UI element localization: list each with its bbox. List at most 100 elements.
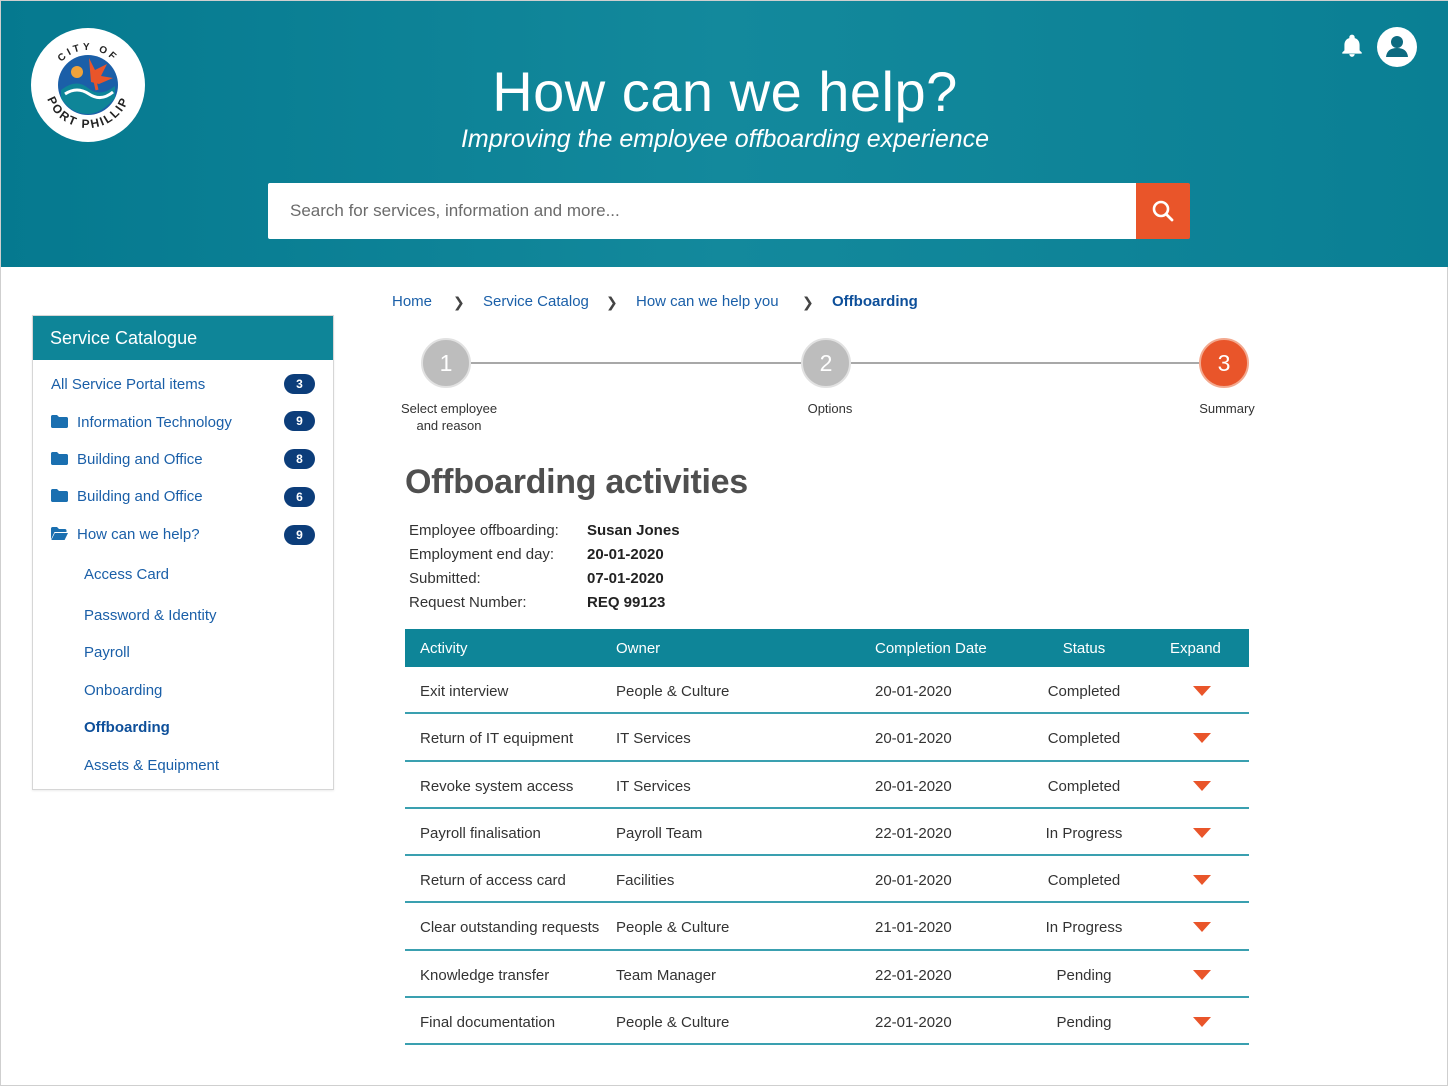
cell-completion-date: 22-01-2020	[875, 966, 952, 984]
cell-completion-date: 22-01-2020	[875, 824, 952, 842]
expand-caret-down-icon[interactable]	[1193, 922, 1211, 933]
breadcrumb-home[interactable]: Home	[392, 293, 432, 310]
expand-caret-down-icon[interactable]	[1193, 827, 1211, 838]
breadcrumb-how-can-we-help-you[interactable]: How can we help you	[636, 293, 779, 310]
user-icon	[1386, 36, 1408, 57]
info-value-employee: Susan Jones	[587, 522, 680, 539]
sidebar-item-label: How can we help?	[77, 526, 200, 543]
step-1-label: Select employee and reason	[389, 400, 509, 434]
cell-activity: Knowledge transfer	[420, 966, 550, 984]
sidebar-item-building-and-office[interactable]: Building and Office	[51, 451, 203, 468]
cell-completion-date: 21-01-2020	[875, 919, 952, 937]
sidebar-subitem-password-identity[interactable]: Password & Identity	[84, 607, 217, 624]
activities-table: Activity Owner Completion Date Status Ex…	[405, 629, 1249, 1046]
hero-banner: CITY OF PORT PHILLIP How can we help? Im…	[1, 1, 1448, 267]
info-label-request-number: Request Number:	[409, 594, 527, 611]
sidebar-item-label: Information Technology	[77, 414, 232, 431]
sidebar-item-label: Building and Office	[77, 488, 203, 505]
cell-status: In Progress	[1045, 824, 1123, 842]
expand-caret-down-icon[interactable]	[1193, 1017, 1211, 1028]
cell-status: Pending	[1056, 1014, 1112, 1032]
table-header: Activity Owner Completion Date Status Ex…	[405, 629, 1249, 667]
expand-caret-down-icon[interactable]	[1193, 733, 1211, 744]
expand-caret-down-icon[interactable]	[1193, 686, 1211, 696]
expand-caret-down-icon[interactable]	[1193, 875, 1211, 886]
user-avatar[interactable]	[1377, 27, 1417, 67]
cell-activity: Return of access card	[420, 872, 566, 890]
sidebar-subitem-access-card[interactable]: Access Card	[84, 566, 169, 583]
bell-icon[interactable]	[1339, 33, 1365, 59]
folder-icon	[51, 415, 68, 428]
sidebar-subitem-payroll[interactable]: Payroll	[84, 644, 130, 661]
count-badge: 9	[284, 525, 315, 545]
sidebar-item-building-and-office-2[interactable]: Building and Office	[51, 488, 203, 505]
sidebar-subitem-assets-equipment[interactable]: Assets & Equipment	[84, 757, 219, 774]
table-row: Return of IT equipment IT Services 20-01…	[405, 714, 1249, 762]
chevron-right-icon: ❯	[802, 294, 814, 310]
cell-owner: People & Culture	[616, 1014, 730, 1032]
cell-owner: IT Services	[616, 777, 691, 795]
info-value-submitted: 07-01-2020	[587, 570, 664, 587]
column-header-status: Status	[1062, 640, 1106, 657]
cell-activity: Payroll finalisation	[420, 824, 541, 842]
cell-owner: Facilities	[616, 872, 675, 890]
cell-status: Completed	[1047, 683, 1121, 700]
sidebar-item-information-technology[interactable]: Information Technology	[51, 414, 232, 431]
sidebar-item-how-can-we-help[interactable]: How can we help?	[51, 526, 200, 543]
count-badge: 9	[284, 411, 315, 431]
table-row: Return of access card Facilities 20-01-2…	[405, 856, 1249, 904]
expand-caret-down-icon[interactable]	[1193, 969, 1211, 980]
cell-activity: Exit interview	[420, 683, 509, 700]
search-button[interactable]	[1136, 183, 1190, 239]
step-1-circle[interactable]: 1	[421, 338, 471, 388]
cell-activity: Clear outstanding requests	[420, 919, 600, 937]
cell-status: In Progress	[1045, 919, 1123, 937]
step-2-circle[interactable]: 2	[801, 338, 851, 388]
info-value-request-number: REQ 99123	[587, 594, 666, 611]
info-label-employee: Employee offboarding:	[409, 522, 559, 539]
cell-owner: People & Culture	[616, 683, 730, 700]
cell-status: Completed	[1047, 730, 1121, 748]
count-badge: 6	[284, 487, 315, 507]
page-title: How can we help?	[492, 60, 958, 123]
stepper-connector	[851, 362, 1199, 364]
cell-status: Completed	[1047, 777, 1121, 795]
step-3-label: Summary	[1199, 401, 1255, 416]
table-row: Exit interview People & Culture 20-01-20…	[405, 667, 1249, 715]
sidebar-item-all-items[interactable]: All Service Portal items	[51, 376, 205, 393]
cell-status: Pending	[1056, 966, 1112, 984]
cell-owner: Team Manager	[616, 966, 717, 984]
folder-icon	[51, 489, 68, 502]
breadcrumb-offboarding[interactable]: Offboarding	[832, 293, 918, 310]
expand-caret-down-icon[interactable]	[1193, 780, 1211, 791]
breadcrumb-service-catalog[interactable]: Service Catalog	[483, 293, 589, 310]
sidebar-subitem-onboarding[interactable]: Onboarding	[84, 682, 162, 699]
column-header-activity: Activity	[420, 640, 468, 657]
search-input[interactable]	[268, 183, 1136, 239]
cell-completion-date: 20-01-2020	[875, 872, 952, 890]
info-value-end-day: 20-01-2020	[587, 546, 664, 563]
page-subtitle: Improving the employee offboarding exper…	[460, 125, 990, 153]
cell-owner: IT Services	[616, 730, 691, 748]
column-header-owner: Owner	[616, 640, 661, 657]
stepper-connector	[471, 362, 801, 364]
cell-completion-date: 20-01-2020	[875, 730, 952, 748]
table-row: Final documentation People & Culture 22-…	[405, 998, 1249, 1046]
sidebar-title: Service Catalogue	[33, 316, 333, 360]
cell-activity: Revoke system access	[420, 777, 574, 795]
count-badge: 3	[284, 374, 315, 394]
step-2-label: Options	[807, 401, 853, 416]
step-3-circle[interactable]: 3	[1199, 338, 1249, 388]
count-badge: 8	[284, 449, 315, 469]
search-icon	[1152, 200, 1174, 222]
table-row: Clear outstanding requests People & Cult…	[405, 903, 1249, 951]
cell-activity: Final documentation	[420, 1014, 556, 1032]
info-label-end-day: Employment end day:	[409, 546, 555, 563]
folder-open-icon	[51, 527, 68, 540]
table-row: Revoke system access IT Services 20-01-2…	[405, 762, 1249, 809]
info-label-submitted: Submitted:	[409, 570, 481, 587]
content-title: Offboarding activities	[405, 463, 748, 501]
sidebar-subitem-offboarding[interactable]: Offboarding	[84, 719, 170, 736]
sidebar-item-label: Building and Office	[77, 451, 203, 468]
cell-completion-date: 20-01-2020	[875, 683, 952, 700]
